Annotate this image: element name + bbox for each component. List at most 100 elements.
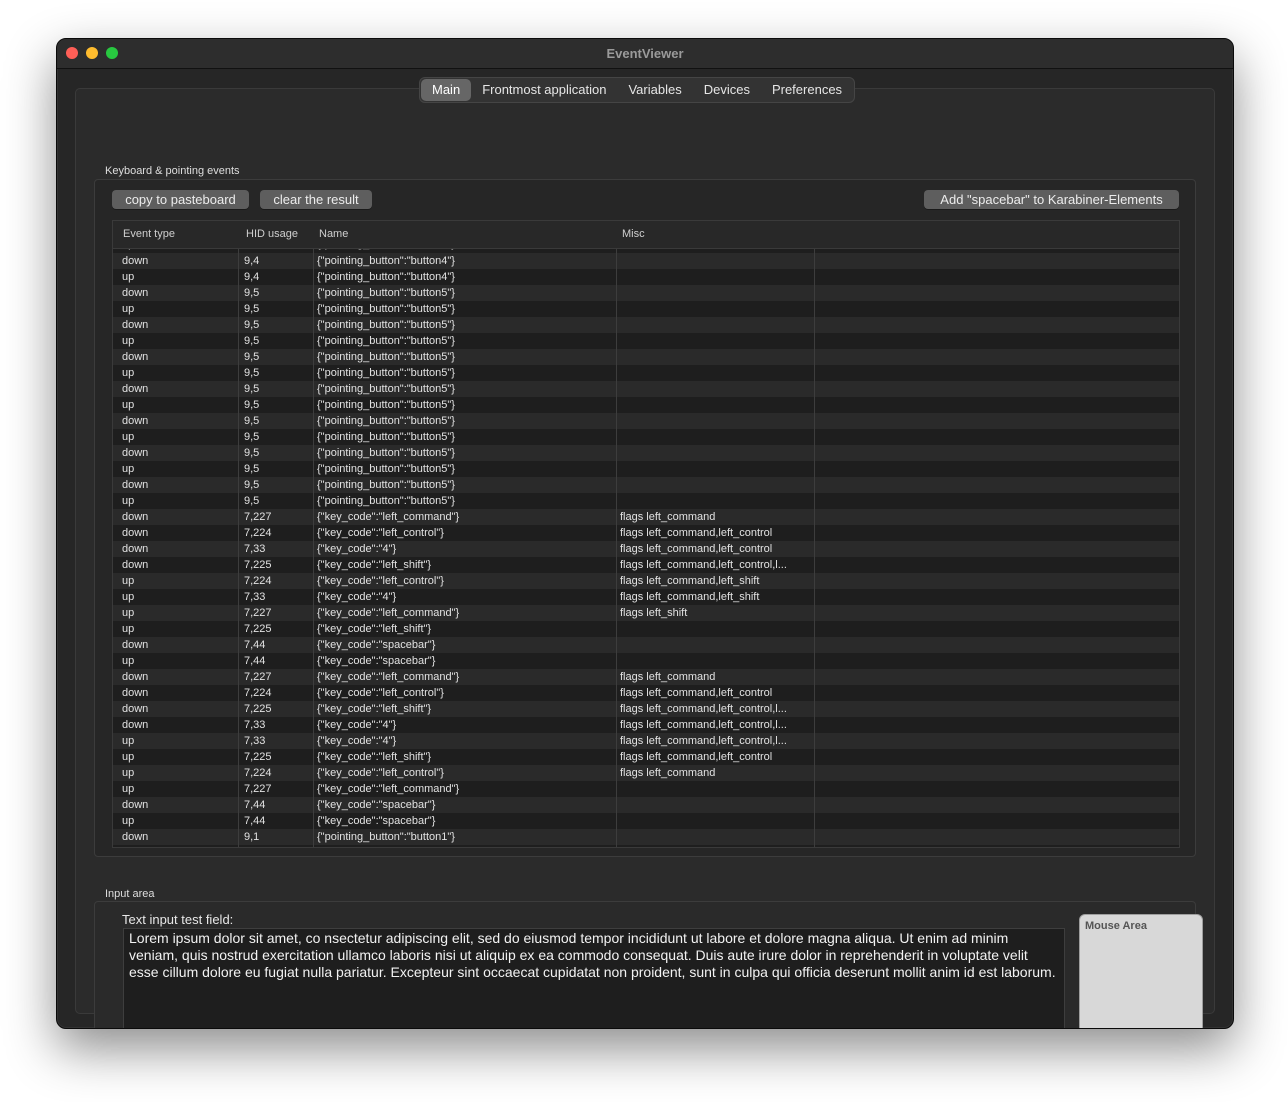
tab-variables[interactable]: Variables [617,79,692,101]
cell-hid-usage: 7,44 [244,639,266,651]
cell-event-type: up [122,783,135,795]
table-row[interactable]: up 9,5 {"pointing_button":"button5"} [113,333,1179,349]
cell-name: {"key_code":"left_control"} [317,527,444,539]
cell-hid-usage: 7,225 [244,751,272,763]
events-table[interactable]: Event type HID usage Name Misc up 9,4 {"… [112,220,1180,848]
cell-event-type: up [122,463,135,475]
tab-devices[interactable]: Devices [693,79,761,101]
table-row[interactable]: down 7,44 {"key_code":"spacebar"} [113,637,1179,653]
table-row[interactable]: down 9,5 {"pointing_button":"button5"} [113,445,1179,461]
cell-name: {"key_code":"4"} [317,719,397,731]
table-row[interactable]: up 7,33 {"key_code":"4"} flags left_command… [113,589,1179,605]
cell-name: {"pointing_button":"button5"} [317,447,455,459]
cell-name: {"pointing_button":"button4"} [317,271,455,283]
cell-misc: flags left_command,left_control,l... [620,559,787,571]
window-title: EventViewer [606,46,684,61]
cell-event-type: up [122,767,135,779]
cell-name: {"pointing_button":"button5"} [317,303,455,315]
cell-event-type: up [122,399,135,411]
mouse-area[interactable]: Mouse Area [1079,914,1203,1028]
table-row[interactable]: up 9,5 {"pointing_button":"button5"} [113,429,1179,445]
table-row[interactable]: up 7,227 {"key_code":"left_command"} flags … [113,605,1179,621]
cell-hid-usage: 9,5 [244,495,260,507]
column-header-misc[interactable]: Misc [622,228,645,240]
table-row[interactable]: up 9,4 {"pointing_button":"button4"} [113,269,1179,285]
table-row[interactable]: down 7,225 {"key_code":"left_shift"} flags … [113,701,1179,717]
text-input-field[interactable]: Lorem ipsum dolor sit amet, co nsectetur… [123,928,1065,1028]
table-row[interactable]: down 7,224 {"key_code":"left_control"} flag… [113,525,1179,541]
events-section-label: Keyboard & pointing events [105,165,240,177]
table-row[interactable]: up 9,5 {"pointing_button":"button5"} [113,365,1179,381]
cell-name: {"key_code":"left_control"} [317,767,444,779]
table-row[interactable]: up 9,5 {"pointing_button":"button5"} [113,461,1179,477]
cell-event-type: down [122,671,149,683]
tab-preferences[interactable]: Preferences [761,79,853,101]
table-row[interactable]: down 7,227 {"key_code":"left_command"} flag… [113,669,1179,685]
cell-hid-usage: 9,5 [244,415,260,427]
table-row[interactable]: up 7,33 {"key_code":"4"} flags left_command… [113,733,1179,749]
cell-misc: flags left_command [620,671,716,683]
table-row[interactable]: down 9,4 {"pointing_button":"button4"} [113,253,1179,269]
cell-hid-usage: 9,5 [244,431,260,443]
cell-event-type: up [122,271,135,283]
table-row[interactable]: up 7,227 {"key_code":"left_command"} [113,781,1179,797]
cell-hid-usage: 7,33 [244,543,266,555]
table-row[interactable]: down 7,225 {"key_code":"left_shift"} flags … [113,557,1179,573]
column-header-hid-usage[interactable]: HID usage [246,228,298,240]
table-row[interactable]: up 7,225 {"key_code":"left_shift"} flags le… [113,749,1179,765]
cell-hid-usage: 7,225 [244,623,272,635]
cell-name: {"pointing_button":"button5"} [317,415,455,427]
table-row[interactable]: up 7,225 {"key_code":"left_shift"} [113,621,1179,637]
table-row[interactable]: down 7,33 {"key_code":"4"} flags left_comma… [113,541,1179,557]
mouse-area-label: Mouse Area [1085,920,1147,932]
column-header-event-type[interactable]: Event type [123,228,175,240]
title-bar[interactable]: EventViewer [57,39,1233,69]
cell-event-type: down [122,447,149,459]
cell-event-type: up [122,367,135,379]
column-header-name[interactable]: Name [319,228,348,240]
table-row[interactable]: down 9,5 {"pointing_button":"button5"} [113,413,1179,429]
tab-main[interactable]: Main [421,79,472,101]
table-row[interactable]: down 9,5 {"pointing_button":"button5"} [113,317,1179,333]
cell-hid-usage: 9,5 [244,319,260,331]
table-row[interactable]: down 7,33 {"key_code":"4"} flags left_comma… [113,717,1179,733]
add-to-karabiner-button[interactable]: Add "spacebar" to Karabiner-Elements [924,190,1179,209]
cell-name: {"pointing_button":"button5"} [317,367,455,379]
cell-event-type: up [122,751,135,763]
table-row[interactable]: down 9,5 {"pointing_button":"button5"} [113,477,1179,493]
cell-event-type: up [122,607,135,619]
cell-event-type: down [122,799,149,811]
cell-event-type: down [122,687,149,699]
table-row[interactable]: up 7,224 {"key_code":"left_control"} flags … [113,765,1179,781]
table-row[interactable]: up 7,224 {"key_code":"left_control"} flags … [113,573,1179,589]
table-row[interactable]: down 9,5 {"pointing_button":"button5"} [113,381,1179,397]
clear-result-button[interactable]: clear the result [260,190,372,209]
table-row[interactable]: up 7,44 {"key_code":"spacebar"} [113,813,1179,829]
table-row[interactable]: up 9,5 {"pointing_button":"button5"} [113,397,1179,413]
tab-frontmost-application[interactable]: Frontmost application [471,79,617,101]
cell-name: {"pointing_button":"button5"} [317,351,455,363]
cell-name: {"key_code":"spacebar"} [317,815,436,827]
table-row[interactable]: down 9,1 {"pointing_button":"button1"} [113,829,1179,845]
cell-misc: flags left_command,left_shift [620,591,760,603]
table-row[interactable]: up 7,44 {"key_code":"spacebar"} [113,653,1179,669]
cell-event-type: down [122,639,149,651]
events-box: copy to pasteboard clear the result Add … [94,179,1196,857]
table-row[interactable]: down 7,44 {"key_code":"spacebar"} [113,797,1179,813]
table-row[interactable]: down 9,5 {"pointing_button":"button5"} [113,349,1179,365]
table-row[interactable]: down 9,5 {"pointing_button":"button5"} [113,285,1179,301]
cell-name: {"pointing_button":"button5"} [317,479,455,491]
copy-to-pasteboard-button[interactable]: copy to pasteboard [112,190,249,209]
table-row[interactable]: down 7,224 {"key_code":"left_control"} flag… [113,685,1179,701]
cell-event-type: up [122,655,135,667]
cell-name: {"pointing_button":"button5"} [317,335,455,347]
cell-hid-usage: 7,227 [244,511,272,523]
cell-name: {"key_code":"left_control"} [317,687,444,699]
cell-hid-usage: 9,5 [244,463,260,475]
cell-name: {"pointing_button":"button5"} [317,319,455,331]
table-row[interactable]: down 7,227 {"key_code":"left_command"} flag… [113,509,1179,525]
table-row[interactable]: up 9,5 {"pointing_button":"button5"} [113,493,1179,509]
cell-event-type: down [122,479,149,491]
table-row[interactable]: up 9,5 {"pointing_button":"button5"} [113,301,1179,317]
cell-hid-usage: 9,5 [244,383,260,395]
